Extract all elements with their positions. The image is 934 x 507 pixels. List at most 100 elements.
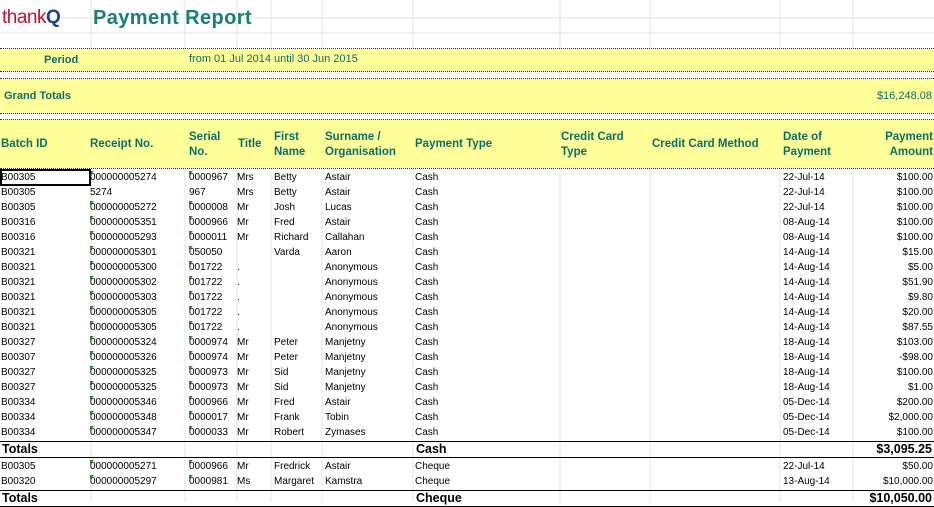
- cell-first[interactable]: Margaret: [274, 474, 325, 489]
- cell-first[interactable]: Betty: [274, 185, 325, 200]
- cell-surname[interactable]: Astair: [325, 395, 415, 410]
- cell-serial[interactable]: 0000973: [189, 365, 237, 380]
- cell-surname[interactable]: Manjetny: [325, 380, 415, 395]
- cell-ccmethod[interactable]: [652, 275, 783, 290]
- cell-first[interactable]: Sid: [274, 380, 325, 395]
- cell-amount[interactable]: $10,000.00: [840, 474, 933, 489]
- cell-receipt[interactable]: 000000005274: [90, 170, 188, 185]
- cell-surname[interactable]: Astair: [325, 215, 415, 230]
- cell-serial[interactable]: 0000974: [189, 350, 237, 365]
- cell-amount[interactable]: $87.55: [840, 320, 933, 335]
- cell-receipt[interactable]: 000000005297: [90, 474, 188, 489]
- cell-title[interactable]: Mr: [237, 459, 274, 474]
- cell-ccmethod[interactable]: [652, 185, 783, 200]
- cell-serial[interactable]: 001722: [189, 275, 237, 290]
- cell-receipt[interactable]: 000000005305: [90, 320, 188, 335]
- cell-cctype[interactable]: [561, 290, 652, 305]
- cell-surname[interactable]: Anonymous: [325, 305, 415, 320]
- cell-ptype[interactable]: Cheque: [415, 474, 561, 489]
- cell-batch[interactable]: B00321: [1, 305, 89, 320]
- cell-title[interactable]: Mr: [237, 335, 274, 350]
- cell-date[interactable]: 14-Aug-14: [783, 245, 840, 260]
- cell-surname[interactable]: Anonymous: [325, 290, 415, 305]
- cell-date[interactable]: 08-Aug-14: [783, 215, 840, 230]
- cell-date[interactable]: 14-Aug-14: [783, 260, 840, 275]
- cell-cctype[interactable]: [561, 170, 652, 185]
- cell-serial[interactable]: 050050: [189, 245, 237, 260]
- cell-ccmethod[interactable]: [652, 335, 783, 350]
- cell-receipt[interactable]: 000000005272: [90, 200, 188, 215]
- cell-serial[interactable]: 0000981: [189, 474, 237, 489]
- cell-amount[interactable]: $100.00: [840, 170, 933, 185]
- cell-receipt[interactable]: 000000005300: [90, 260, 188, 275]
- cell-cctype[interactable]: [561, 275, 652, 290]
- cell-cctype[interactable]: [561, 380, 652, 395]
- cell-ccmethod[interactable]: [652, 380, 783, 395]
- cell-title[interactable]: Mr: [237, 365, 274, 380]
- cell-cctype[interactable]: [561, 459, 652, 474]
- cell-ccmethod[interactable]: [652, 350, 783, 365]
- cell-cctype[interactable]: [561, 215, 652, 230]
- cell-first[interactable]: Richard: [274, 230, 325, 245]
- cell-amount[interactable]: $20.00: [840, 305, 933, 320]
- cell-serial[interactable]: 001722: [189, 260, 237, 275]
- cell-serial[interactable]: 0000966: [189, 459, 237, 474]
- column-header-batch[interactable]: Batch ID: [1, 137, 87, 152]
- cell-date[interactable]: 22-Jul-14: [783, 459, 840, 474]
- cell-surname[interactable]: Anonymous: [325, 275, 415, 290]
- cell-cctype[interactable]: [561, 425, 652, 440]
- cell-amount[interactable]: $15.00: [840, 245, 933, 260]
- cell-date[interactable]: 05-Dec-14: [783, 425, 840, 440]
- cell-date[interactable]: 22-Jul-14: [783, 200, 840, 215]
- column-header-title[interactable]: Title: [238, 137, 274, 152]
- cell-ptype[interactable]: Cash: [415, 170, 561, 185]
- cell-cctype[interactable]: [561, 395, 652, 410]
- cell-batch[interactable]: B00320: [1, 474, 89, 489]
- cell-batch[interactable]: B00334: [1, 395, 89, 410]
- cell-receipt[interactable]: 000000005347: [90, 425, 188, 440]
- cell-ptype[interactable]: Cash: [415, 395, 561, 410]
- cell-serial[interactable]: 001722: [189, 320, 237, 335]
- cell-title[interactable]: Mr: [237, 200, 274, 215]
- cell-date[interactable]: 22-Jul-14: [783, 185, 840, 200]
- column-header-surname[interactable]: Surname / Organisation: [325, 130, 413, 160]
- cell-first[interactable]: Frank: [274, 410, 325, 425]
- cell-amount[interactable]: $100.00: [840, 200, 933, 215]
- cell-batch[interactable]: B00321: [1, 290, 89, 305]
- cell-receipt[interactable]: 000000005293: [90, 230, 188, 245]
- cell-ccmethod[interactable]: [652, 320, 783, 335]
- cell-first[interactable]: [274, 305, 325, 320]
- cell-amount[interactable]: $51.90: [840, 275, 933, 290]
- cell-receipt[interactable]: 000000005351: [90, 215, 188, 230]
- cell-batch[interactable]: B00307: [1, 350, 89, 365]
- cell-surname[interactable]: Kamstra: [325, 474, 415, 489]
- cell-ptype[interactable]: Cash: [415, 230, 561, 245]
- cell-title[interactable]: .: [237, 260, 274, 275]
- cell-amount[interactable]: $100.00: [840, 230, 933, 245]
- cell-ccmethod[interactable]: [652, 215, 783, 230]
- column-header-ccmethod[interactable]: Credit Card Method: [652, 137, 780, 152]
- cell-batch[interactable]: B00305: [1, 185, 89, 200]
- column-header-first[interactable]: First Name: [274, 130, 324, 160]
- column-header-amount[interactable]: Payment Amount: [846, 130, 933, 160]
- cell-date[interactable]: 08-Aug-14: [783, 230, 840, 245]
- cell-title[interactable]: Mrs: [237, 185, 274, 200]
- cell-title[interactable]: Mrs: [237, 170, 274, 185]
- cell-title[interactable]: Mr: [237, 350, 274, 365]
- active-cell-selection[interactable]: [0, 169, 91, 186]
- cell-cctype[interactable]: [561, 320, 652, 335]
- cell-receipt[interactable]: 000000005271: [90, 459, 188, 474]
- cell-title[interactable]: .: [237, 275, 274, 290]
- cell-title[interactable]: Mr: [237, 395, 274, 410]
- cell-receipt[interactable]: 000000005348: [90, 410, 188, 425]
- cell-ccmethod[interactable]: [652, 410, 783, 425]
- cell-title[interactable]: Mr: [237, 425, 274, 440]
- cell-receipt[interactable]: 000000005303: [90, 290, 188, 305]
- cell-ptype[interactable]: Cheque: [415, 459, 561, 474]
- cell-ptype[interactable]: Cash: [415, 425, 561, 440]
- cell-title[interactable]: .: [237, 320, 274, 335]
- cell-receipt[interactable]: 000000005305: [90, 305, 188, 320]
- cell-date[interactable]: 22-Jul-14: [783, 170, 840, 185]
- cell-ptype[interactable]: Cash: [415, 335, 561, 350]
- cell-date[interactable]: 14-Aug-14: [783, 275, 840, 290]
